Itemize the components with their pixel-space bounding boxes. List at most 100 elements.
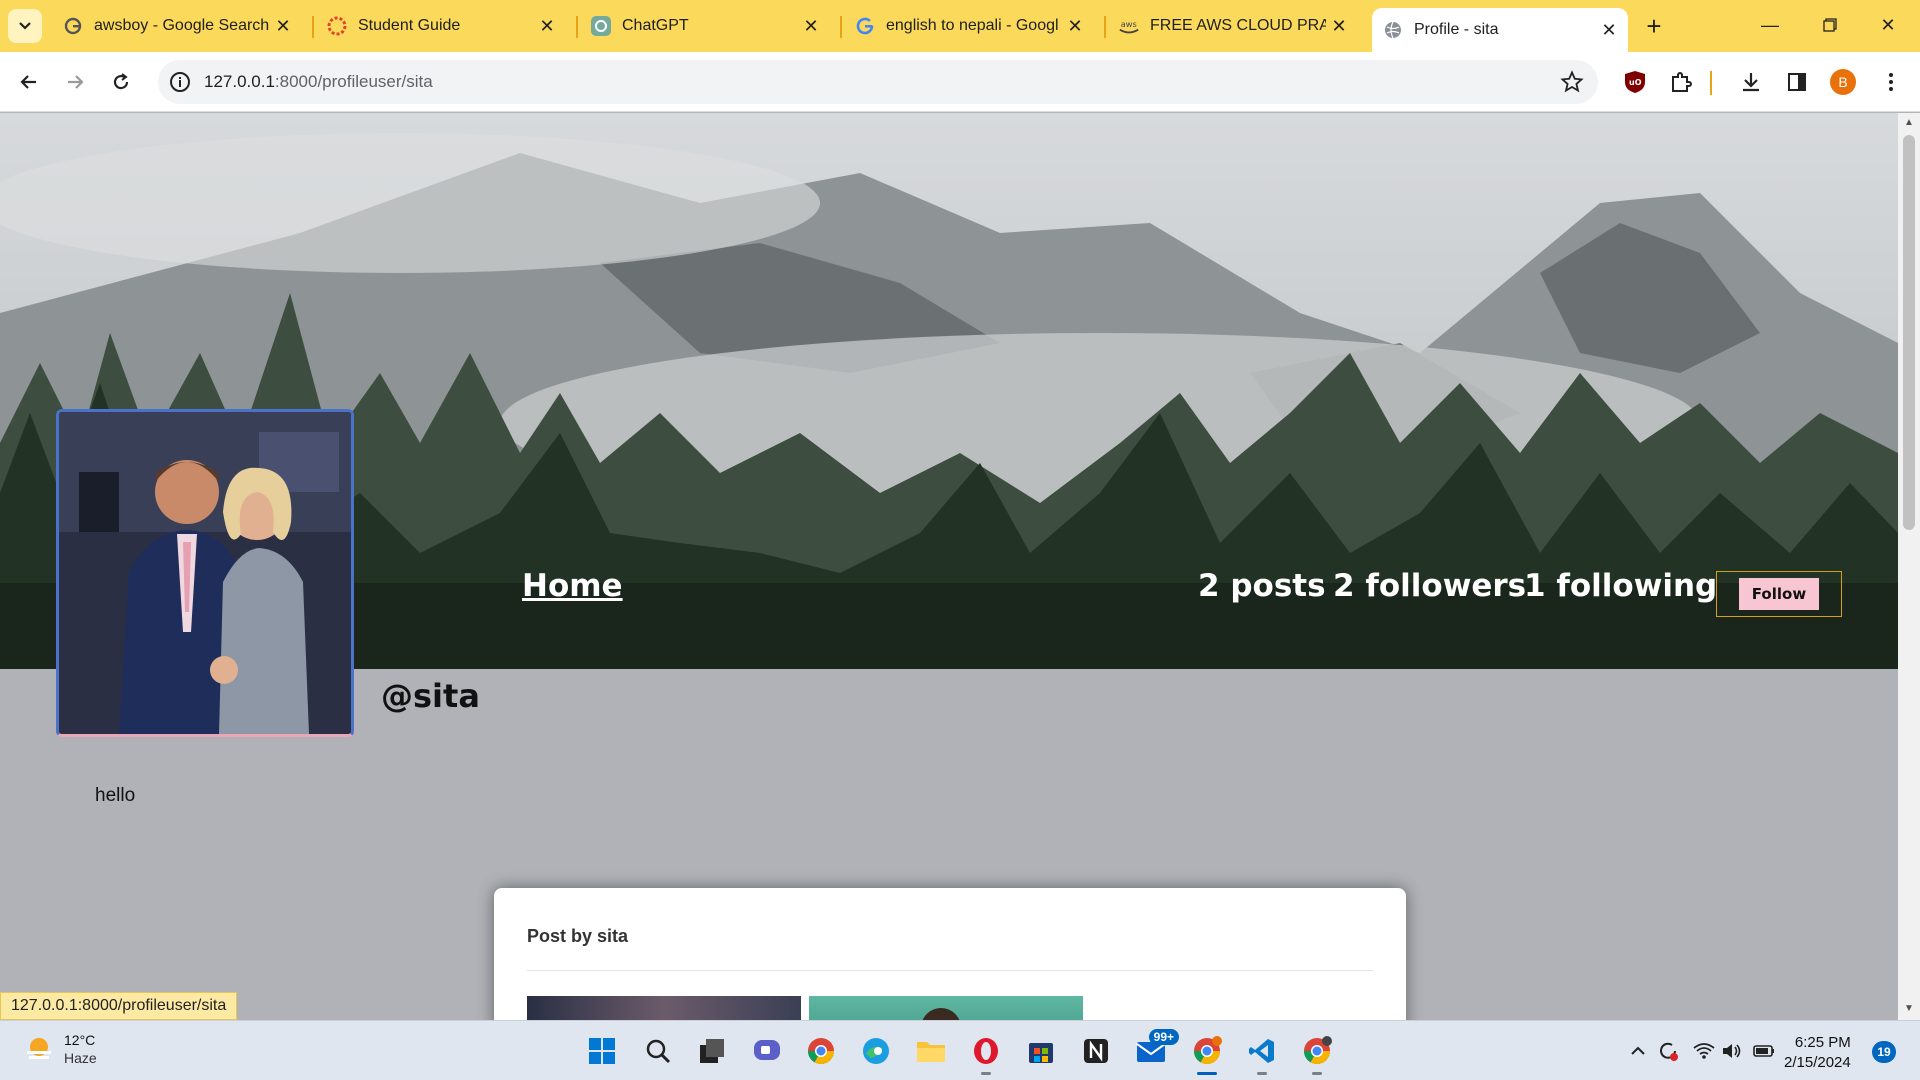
url-text[interactable]: 127.0.0.1:8000/profileuser/sita	[204, 72, 433, 92]
reload-icon	[113, 73, 129, 90]
running-indicator	[1257, 1072, 1267, 1075]
close-window-button[interactable]: ✕	[1870, 10, 1906, 40]
chrome-icon	[807, 1038, 835, 1065]
forward-button[interactable]	[58, 65, 92, 99]
sync-status-icon[interactable]	[1656, 1039, 1680, 1063]
notification-count-badge[interactable]: 19	[1872, 1041, 1896, 1063]
close-icon[interactable]: ✕	[270, 13, 296, 39]
taskbar-vscode[interactable]	[1244, 1033, 1280, 1075]
close-icon[interactable]: ✕	[798, 13, 824, 39]
tab-search-button[interactable]	[8, 9, 42, 43]
opera-icon	[974, 1038, 998, 1064]
chevron-up-icon	[1631, 1046, 1645, 1055]
close-icon[interactable]: ✕	[534, 13, 560, 39]
weather-widget[interactable]: 12°C Haze	[24, 1031, 97, 1067]
downloads-button[interactable]	[1738, 69, 1764, 95]
chrome-icon	[1303, 1036, 1332, 1065]
back-button[interactable]	[12, 65, 46, 99]
chatgpt-icon	[590, 15, 612, 37]
profile-avatar-button[interactable]: B	[1830, 69, 1856, 95]
close-icon: ✕	[1880, 14, 1896, 35]
tab-english-to-nepali[interactable]: english to nepali - Googl ✕	[844, 8, 1094, 44]
side-panel-button[interactable]	[1784, 69, 1810, 95]
link-status-bubble: 127.0.0.1:8000/profileuser/sita	[0, 992, 238, 1020]
start-button[interactable]	[584, 1033, 620, 1069]
close-icon[interactable]: ✕	[1062, 13, 1088, 39]
restore-button[interactable]	[1812, 10, 1848, 40]
tab-student-guide[interactable]: Student Guide ✕	[316, 8, 566, 44]
chrome-menu-button[interactable]	[1878, 69, 1904, 95]
show-hidden-icons[interactable]	[1626, 1039, 1650, 1063]
svg-text:aws: aws	[1121, 19, 1137, 29]
reload-button[interactable]	[104, 65, 138, 99]
profile-initial: B	[1838, 74, 1848, 90]
taskbar-mail[interactable]: 99+	[1133, 1029, 1179, 1069]
teams-chat-icon	[754, 1040, 780, 1060]
address-bar[interactable]: 127.0.0.1:8000/profileuser/sita	[158, 60, 1598, 104]
close-icon[interactable]: ✕	[1596, 17, 1622, 43]
taskbar-opera[interactable]	[968, 1033, 1004, 1075]
profile-picture[interactable]	[56, 409, 354, 737]
google-icon	[62, 15, 84, 37]
svg-text:uO: uO	[1629, 78, 1642, 87]
ublock-extension-icon[interactable]: uO	[1622, 69, 1648, 95]
close-icon[interactable]: ✕	[1326, 13, 1352, 39]
new-tab-button[interactable]: +	[1640, 11, 1668, 41]
weather-condition: Haze	[64, 1050, 97, 1066]
running-indicator	[1312, 1072, 1322, 1075]
browser-toolbar: 127.0.0.1:8000/profileuser/sita uO B	[0, 52, 1920, 112]
post-thumbnail[interactable]	[527, 996, 801, 1020]
minimize-button[interactable]: —	[1752, 10, 1788, 40]
kebab-menu-icon	[1889, 73, 1893, 91]
info-icon[interactable]	[168, 70, 192, 94]
home-link[interactable]: Home	[522, 568, 623, 604]
tab-title: Student Guide	[358, 17, 461, 34]
url-host: 127.0.0.1	[204, 72, 275, 91]
post-thumbnail[interactable]	[809, 996, 1083, 1020]
task-view-icon	[700, 1039, 724, 1063]
tab-profile-sita[interactable]: Profile - sita ✕	[1372, 8, 1628, 52]
system-clock[interactable]: 6:25 PM 2/15/2024	[1784, 1033, 1851, 1073]
active-indicator	[1197, 1072, 1217, 1075]
scroll-up-icon[interactable]: ▲	[1903, 117, 1915, 129]
page-scrollbar[interactable]: ▲ ▼	[1898, 113, 1920, 1020]
taskbar-teams[interactable]	[749, 1033, 785, 1069]
taskbar-chrome[interactable]	[803, 1033, 839, 1069]
taskbar-file-explorer[interactable]	[913, 1033, 949, 1069]
taskbar-task-view[interactable]	[694, 1033, 730, 1069]
post-card: Post by sita	[494, 888, 1406, 1020]
tab-aws-cloud-practitioner[interactable]: aws FREE AWS CLOUD PRACT ✕	[1108, 8, 1358, 44]
tab-chatgpt[interactable]: ChatGPT ✕	[580, 8, 830, 44]
scroll-down-icon[interactable]: ▼	[1903, 1003, 1915, 1015]
tab-divider	[576, 16, 578, 38]
url-path: :8000/profileuser/sita	[274, 72, 433, 91]
taskbar-search[interactable]	[640, 1033, 676, 1069]
following-count[interactable]: 1 following	[1524, 568, 1717, 604]
google-icon	[854, 15, 876, 37]
taskbar-chrome-profile-2[interactable]	[1299, 1033, 1335, 1075]
tab-awsboy-search[interactable]: awsboy - Google Search ✕	[52, 8, 302, 44]
tab-title: Profile - sita	[1414, 21, 1499, 38]
star-icon[interactable]	[1560, 70, 1584, 94]
taskbar-notion[interactable]	[1078, 1033, 1114, 1069]
taskbar-chrome-profile-b[interactable]	[1189, 1033, 1225, 1075]
wifi-icon[interactable]	[1692, 1039, 1716, 1063]
student-guide-icon	[326, 15, 348, 37]
windows-taskbar: 12°C Haze 99+ 6:25 PM 2/15/2024 19	[0, 1020, 1920, 1080]
clock-date: 2/15/2024	[1784, 1054, 1851, 1071]
search-icon	[646, 1039, 671, 1064]
tab-title: english to nepali - Googl	[886, 17, 1059, 34]
globe-icon	[1382, 19, 1404, 41]
tab-title: ChatGPT	[622, 17, 689, 34]
scrollbar-thumb[interactable]	[1903, 135, 1915, 530]
extensions-button[interactable]	[1668, 69, 1694, 95]
taskbar-edge[interactable]	[858, 1033, 894, 1069]
post-card-title: Post by sita	[527, 926, 629, 946]
battery-icon[interactable]	[1752, 1039, 1776, 1063]
volume-icon[interactable]	[1720, 1039, 1744, 1063]
taskbar-store[interactable]	[1023, 1033, 1059, 1069]
follow-button[interactable]: Follow	[1738, 578, 1820, 610]
followers-count[interactable]: 2 followers	[1333, 568, 1526, 604]
edge-icon	[863, 1038, 889, 1064]
puzzle-icon	[1672, 72, 1692, 92]
